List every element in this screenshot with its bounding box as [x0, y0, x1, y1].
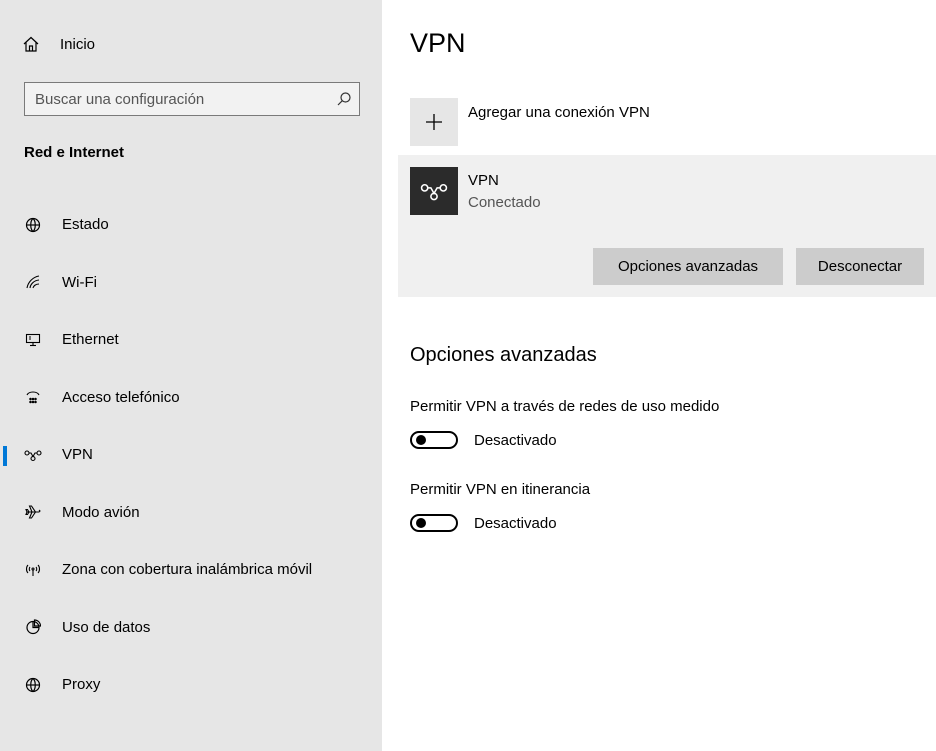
hotspot-icon: [24, 561, 42, 579]
toggle-knob: [416, 518, 426, 528]
sidebar-item-acceso-telefonico[interactable]: Acceso telefónico: [0, 369, 382, 427]
advanced-options-button[interactable]: Opciones avanzadas: [593, 248, 783, 285]
toggle-knob: [416, 435, 426, 445]
sidebar-item-label: Estado: [62, 216, 109, 234]
add-vpn-label: Agregar una conexión VPN: [468, 104, 650, 121]
sidebar-item-label: Proxy: [62, 676, 101, 694]
vpn-connection-card[interactable]: VPN Conectado Opciones avanzadas Descone…: [398, 155, 936, 297]
home-link[interactable]: Inicio: [20, 32, 95, 56]
ethernet-icon: [24, 331, 42, 349]
wifi-icon: [24, 273, 42, 291]
vpn-icon: [24, 446, 42, 464]
globe-status-icon: [24, 216, 42, 234]
roaming-toggle-row[interactable]: Desactivado: [410, 514, 557, 532]
metered-networks-label: Permitir VPN a través de redes de uso me…: [410, 398, 720, 415]
sidebar-item-wifi[interactable]: Wi-Fi: [0, 254, 382, 312]
metered-networks-toggle[interactable]: [410, 431, 458, 449]
sidebar-item-proxy[interactable]: Proxy: [0, 656, 382, 714]
sidebar-item-label: VPN: [62, 446, 93, 464]
sidebar-item-label: Ethernet: [62, 331, 119, 349]
plus-icon[interactable]: [410, 98, 458, 146]
sidebar-item-label: Zona con cobertura inalámbrica móvil: [62, 561, 313, 579]
sidebar-item-modo-avion[interactable]: Modo avión: [0, 484, 382, 542]
roaming-label: Permitir VPN en itinerancia: [410, 481, 591, 498]
roaming-toggle[interactable]: [410, 514, 458, 532]
airplane-icon: [24, 503, 42, 521]
search-box[interactable]: [24, 82, 360, 116]
advanced-options-title: Opciones avanzadas: [410, 344, 597, 366]
vpn-connection-name: VPN: [468, 172, 499, 189]
roaming-state: Desactivado: [474, 514, 557, 532]
search-icon[interactable]: [329, 91, 359, 107]
globe-icon: [24, 676, 42, 694]
sidebar: Inicio Red e Internet Estado Wi-: [0, 0, 382, 751]
sidebar-nav: Estado Wi-Fi Ethernet Acceso telefónico …: [0, 196, 382, 714]
home-label: Inicio: [60, 35, 96, 53]
sidebar-item-label: Uso de datos: [62, 618, 151, 636]
section-title: Red e Internet: [24, 144, 125, 161]
add-vpn-button[interactable]: Agregar una conexión VPN: [410, 98, 650, 146]
search-input[interactable]: [25, 90, 329, 108]
sidebar-item-ethernet[interactable]: Ethernet: [0, 311, 382, 369]
metered-networks-state: Desactivado: [474, 431, 557, 449]
sidebar-item-label: Wi-Fi: [62, 273, 97, 291]
vpn-connection-status: Conectado: [468, 194, 541, 211]
sidebar-item-label: Acceso telefónico: [62, 388, 180, 406]
sidebar-item-estado[interactable]: Estado: [0, 196, 382, 254]
page-title: VPN: [410, 28, 466, 58]
sidebar-item-label: Modo avión: [62, 503, 140, 521]
home-icon: [20, 33, 42, 55]
sidebar-item-vpn[interactable]: VPN: [0, 426, 382, 484]
dialup-icon: [24, 388, 42, 406]
sidebar-item-zona-cobertura[interactable]: Zona con cobertura inalámbrica móvil: [0, 541, 382, 599]
disconnect-button[interactable]: Desconectar: [796, 248, 924, 285]
sidebar-item-uso-datos[interactable]: Uso de datos: [0, 599, 382, 657]
metered-networks-toggle-row[interactable]: Desactivado: [410, 431, 557, 449]
data-usage-icon: [24, 618, 42, 636]
vpn-icon: [410, 167, 458, 215]
